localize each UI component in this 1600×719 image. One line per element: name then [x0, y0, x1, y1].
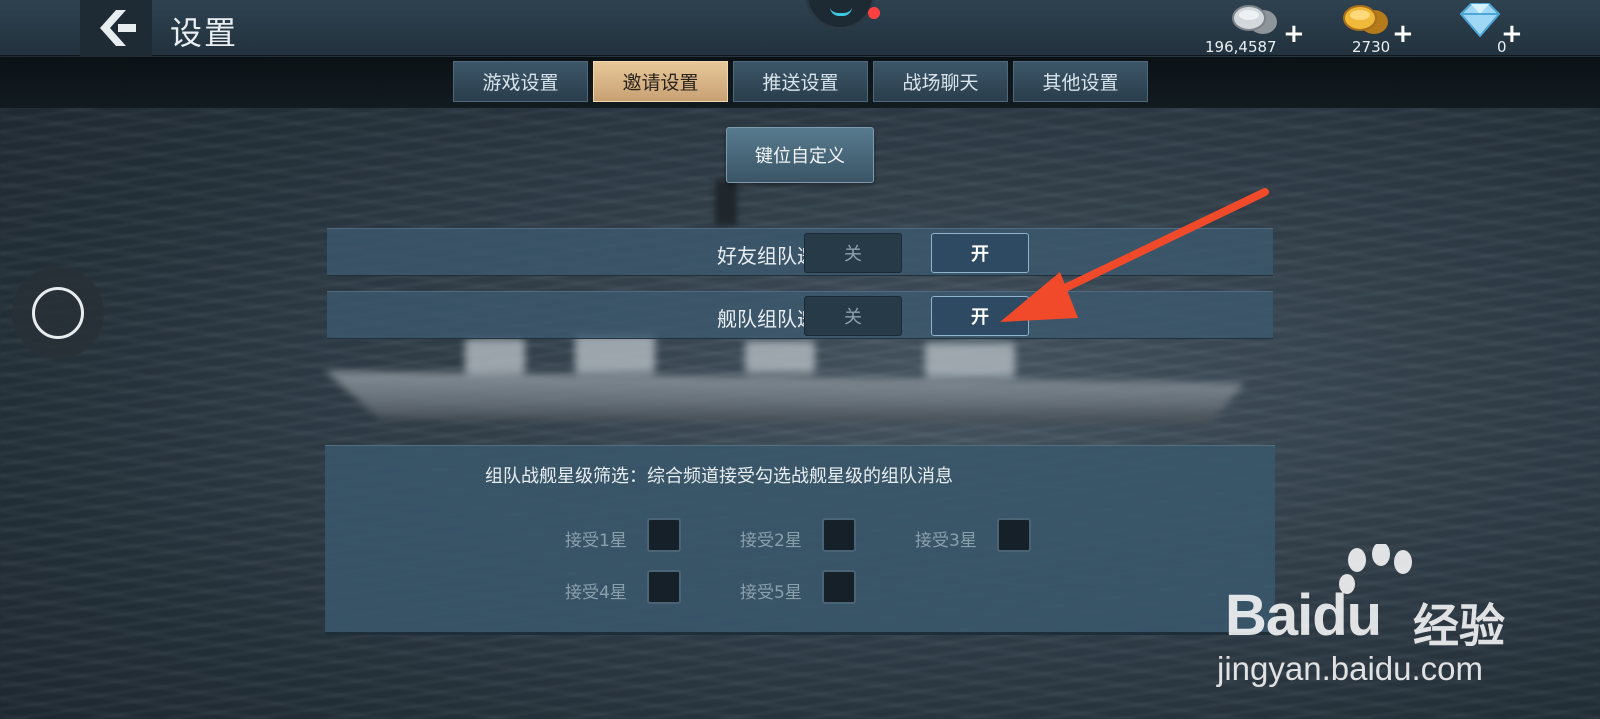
star-option-5: 接受5星 [740, 570, 860, 606]
back-arrow-icon [100, 10, 136, 46]
floating-assistive-button[interactable] [12, 267, 104, 359]
star-option-1: 接受1星 [565, 518, 685, 554]
tab-push-settings[interactable]: 推送设置 [733, 61, 868, 102]
fleet-invite-on-button[interactable]: 开 [931, 296, 1029, 336]
star-option-label: 接受2星 [740, 531, 802, 551]
gold-add-button[interactable]: + [1392, 21, 1414, 47]
notification-dot [868, 7, 880, 19]
star-filter-panel: 组队战舰星级筛选：综合频道接受勾选战舰星级的组队消息 接受1星 接受2星 接受3… [325, 445, 1275, 635]
silver-add-button[interactable]: + [1283, 21, 1305, 47]
settings-tabbar: 游戏设置 邀请设置 推送设置 战场聊天 其他设置 [0, 57, 1600, 108]
blurred-warship [325, 335, 1255, 435]
watermark-brand: Baidu [1225, 583, 1382, 648]
setting-row-friend-invite: 好友组队邀请 关 开 [327, 228, 1273, 276]
key-custom-button[interactable]: 键位自定义 [726, 127, 874, 183]
silver-currency[interactable]: 196,4587 + [1205, 2, 1305, 56]
accept-1-star-checkbox[interactable] [647, 518, 681, 552]
silver-coins-icon [1232, 5, 1277, 34]
tab-game-settings[interactable]: 游戏设置 [453, 61, 588, 102]
diamond-icon [1459, 3, 1501, 38]
tab-battle-chat[interactable]: 战场聊天 [873, 61, 1008, 102]
star-option-label: 接受4星 [565, 583, 627, 603]
accept-2-star-checkbox[interactable] [822, 518, 856, 552]
diamond-add-button[interactable]: + [1501, 21, 1523, 47]
gold-coins-icon [1343, 5, 1388, 34]
gold-currency[interactable]: 2730 + [1340, 2, 1420, 56]
ship-mast-blur [715, 180, 737, 225]
star-option-label: 接受1星 [565, 531, 627, 551]
star-option-2: 接受2星 [740, 518, 860, 554]
star-option-4: 接受4星 [565, 570, 685, 606]
watermark-url: jingyan.baidu.com [1217, 650, 1483, 687]
friend-invite-on-button[interactable]: 开 [931, 233, 1029, 273]
star-option-3: 接受3星 [915, 518, 1035, 554]
friend-invite-off-button[interactable]: 关 [804, 233, 902, 273]
back-button[interactable] [80, 0, 152, 56]
accept-4-star-checkbox[interactable] [647, 570, 681, 604]
accept-3-star-checkbox[interactable] [997, 518, 1031, 552]
accept-5-star-checkbox[interactable] [822, 570, 856, 604]
circle-icon [32, 287, 84, 339]
baidu-jingyan-watermark: Baidu 经验 jingyan.baidu.com [1217, 544, 1555, 688]
star-option-label: 接受5星 [740, 583, 802, 603]
gold-value: 2730 [1352, 38, 1391, 56]
top-header: 设置 196,4587 + 2730 + 0 + [0, 0, 1600, 56]
fleet-invite-off-button[interactable]: 关 [804, 296, 902, 336]
hud-ring-icon [805, 0, 875, 30]
diamond-currency[interactable]: 0 + [1455, 2, 1525, 56]
page-title: 设置 [170, 14, 239, 52]
tab-invite-settings[interactable]: 邀请设置 [593, 61, 728, 102]
star-filter-title: 组队战舰星级筛选：综合频道接受勾选战舰星级的组队消息 [485, 466, 953, 487]
silver-value: 196,4587 [1205, 38, 1277, 56]
setting-row-fleet-invite: 舰队组队邀请 关 开 [327, 291, 1273, 339]
tab-other-settings[interactable]: 其他设置 [1013, 61, 1148, 102]
watermark-cn: 经验 [1413, 599, 1505, 653]
star-option-label: 接受3星 [915, 531, 977, 551]
